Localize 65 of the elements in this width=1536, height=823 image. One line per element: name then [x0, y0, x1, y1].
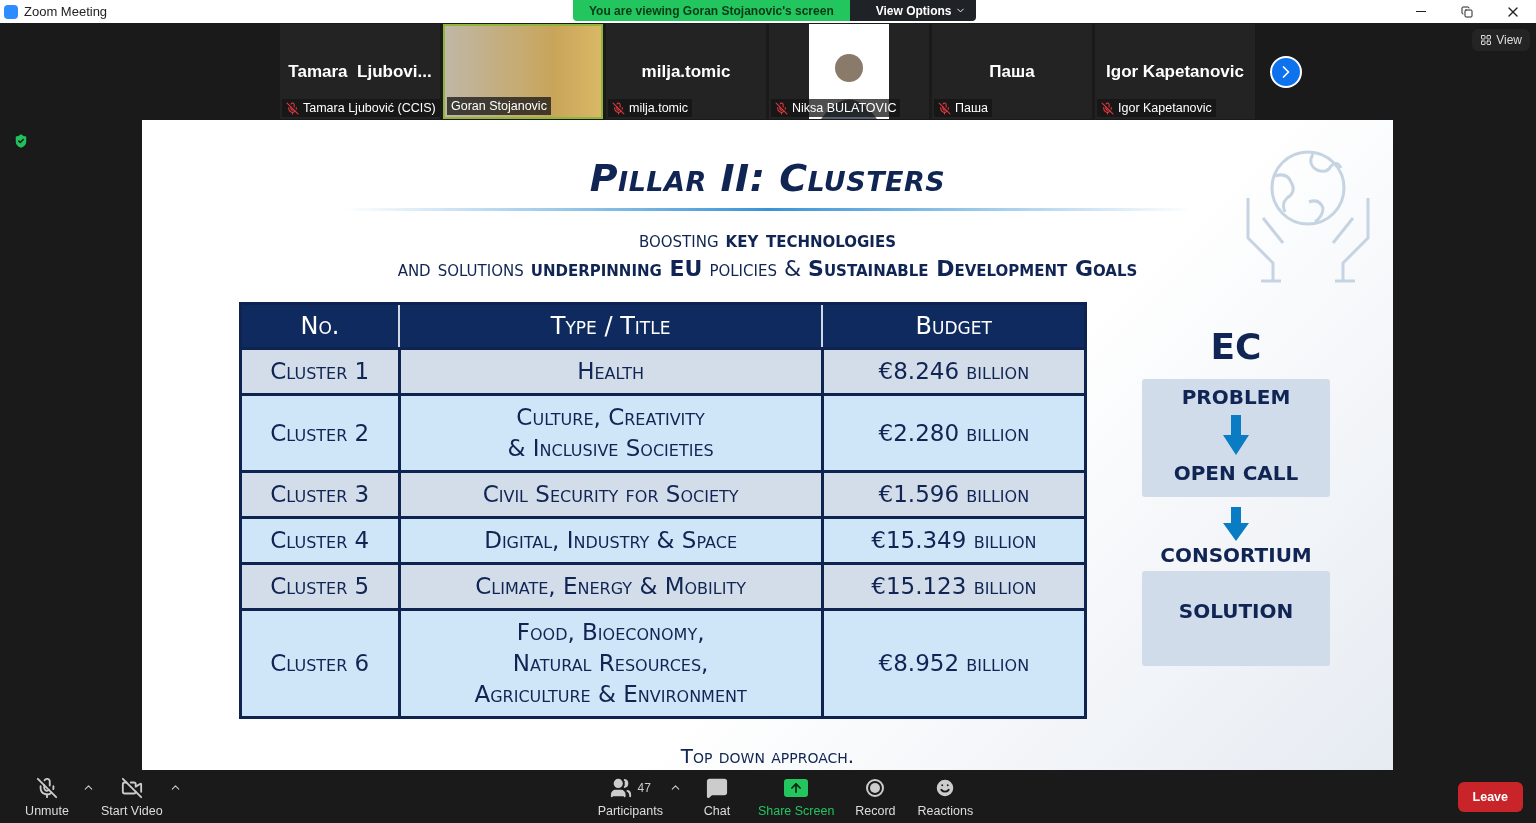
name-tag: Tamara Ljubović (CCIS)	[282, 99, 440, 117]
down-arrow-icon	[1223, 415, 1249, 455]
column-header: No.	[240, 303, 399, 349]
table-cell: Climate, Energy & Mobility	[399, 563, 823, 610]
app-logo-icon	[4, 4, 18, 19]
share-screen-icon	[784, 778, 809, 797]
table-cell: Cluster 6	[240, 609, 399, 718]
table-cell: €15.349 billion	[822, 517, 1086, 564]
table-cell: Culture, Creativity & Inclusive Societies	[399, 394, 823, 472]
flow-step: CONSORTIUM	[1160, 543, 1312, 567]
toolbar-button[interactable]: Reactions	[910, 773, 981, 820]
name-tag: Goran Stojanovic	[447, 97, 551, 115]
participant-name: Tamara Ljubovi...	[288, 61, 432, 82]
table-cell: Cluster 5	[240, 563, 399, 610]
leave-button[interactable]: Leave	[1457, 781, 1523, 812]
table-cell: Cluster 3	[240, 471, 399, 518]
name-tag: Niksa BULATOVIC	[771, 99, 901, 117]
toolbar-button[interactable]: Chat	[681, 773, 752, 820]
slide-title: Pillar II: Clusters	[589, 156, 946, 200]
flow-step: SOLUTION	[1178, 599, 1294, 623]
toolbar-button[interactable]: Unmute	[12, 773, 82, 820]
participant-name: milja.tomic	[641, 61, 731, 82]
restore-icon	[1461, 5, 1473, 18]
table-cell: Health	[399, 348, 823, 395]
participant-count: 47	[637, 780, 651, 795]
window-title: Zoom Meeting	[24, 4, 108, 19]
screen-share-banner: You are viewing Goran Stojanovic's screen	[573, 0, 850, 21]
chat-icon	[705, 776, 728, 799]
table-cell: Cluster 4	[240, 517, 399, 564]
toolbar-button[interactable]: 47 Participants	[591, 773, 669, 820]
table-cell: Cluster 1	[240, 348, 399, 395]
name-tag: Паша	[934, 99, 992, 117]
down-arrow-icon	[1223, 507, 1249, 541]
toolbar-button[interactable]: Record	[840, 773, 911, 820]
shield-check-icon	[12, 132, 30, 150]
table-cell: €15.123 billion	[822, 563, 1086, 610]
column-header: Budget	[822, 303, 1086, 349]
slide-footer: Top down approach.	[680, 744, 855, 768]
toolbar-button[interactable]: Start Video	[95, 773, 169, 820]
table-cell: €1.596 billion	[822, 471, 1086, 518]
table-cell: Food, Bioeconomy, Natural Resources, Agriculture & Environment	[399, 609, 823, 718]
minimize-icon	[1416, 11, 1426, 12]
slide-subtitle: and solutions underpinning EU policies & Sustainable Development Goals	[397, 256, 1138, 281]
column-header: Type / Title	[399, 303, 823, 349]
table-cell: Civil Security for Society	[399, 471, 823, 518]
next-page-button[interactable]	[1270, 55, 1302, 88]
table-cell: €2.280 billion	[822, 394, 1086, 472]
slide-subtitle: boosting key technologies	[638, 227, 896, 252]
table-cell: €8.246 billion	[822, 348, 1086, 395]
flow-step: PROBLEM	[1181, 385, 1291, 409]
participant-name: Паша	[989, 61, 1035, 82]
participant-name: Igor Kapetanovic	[1106, 61, 1244, 82]
participants-icon	[609, 776, 632, 799]
table-cell: Digital, Industry & Space	[399, 517, 823, 564]
flow-heading: EC	[1210, 326, 1262, 367]
smile-icon	[934, 776, 957, 799]
name-tag: milja.tomic	[608, 99, 693, 117]
toolbar-button[interactable]: Share Screen	[751, 773, 841, 820]
view-button[interactable]: View	[1472, 29, 1530, 51]
name-tag: Igor Kapetanovic	[1097, 99, 1216, 117]
table-cell: €8.952 billion	[822, 609, 1086, 718]
flow-step: OPEN CALL	[1173, 461, 1299, 485]
table-cell: Cluster 2	[240, 394, 399, 472]
record-icon	[866, 778, 885, 797]
view-options-button[interactable]: View Options	[849, 0, 976, 21]
